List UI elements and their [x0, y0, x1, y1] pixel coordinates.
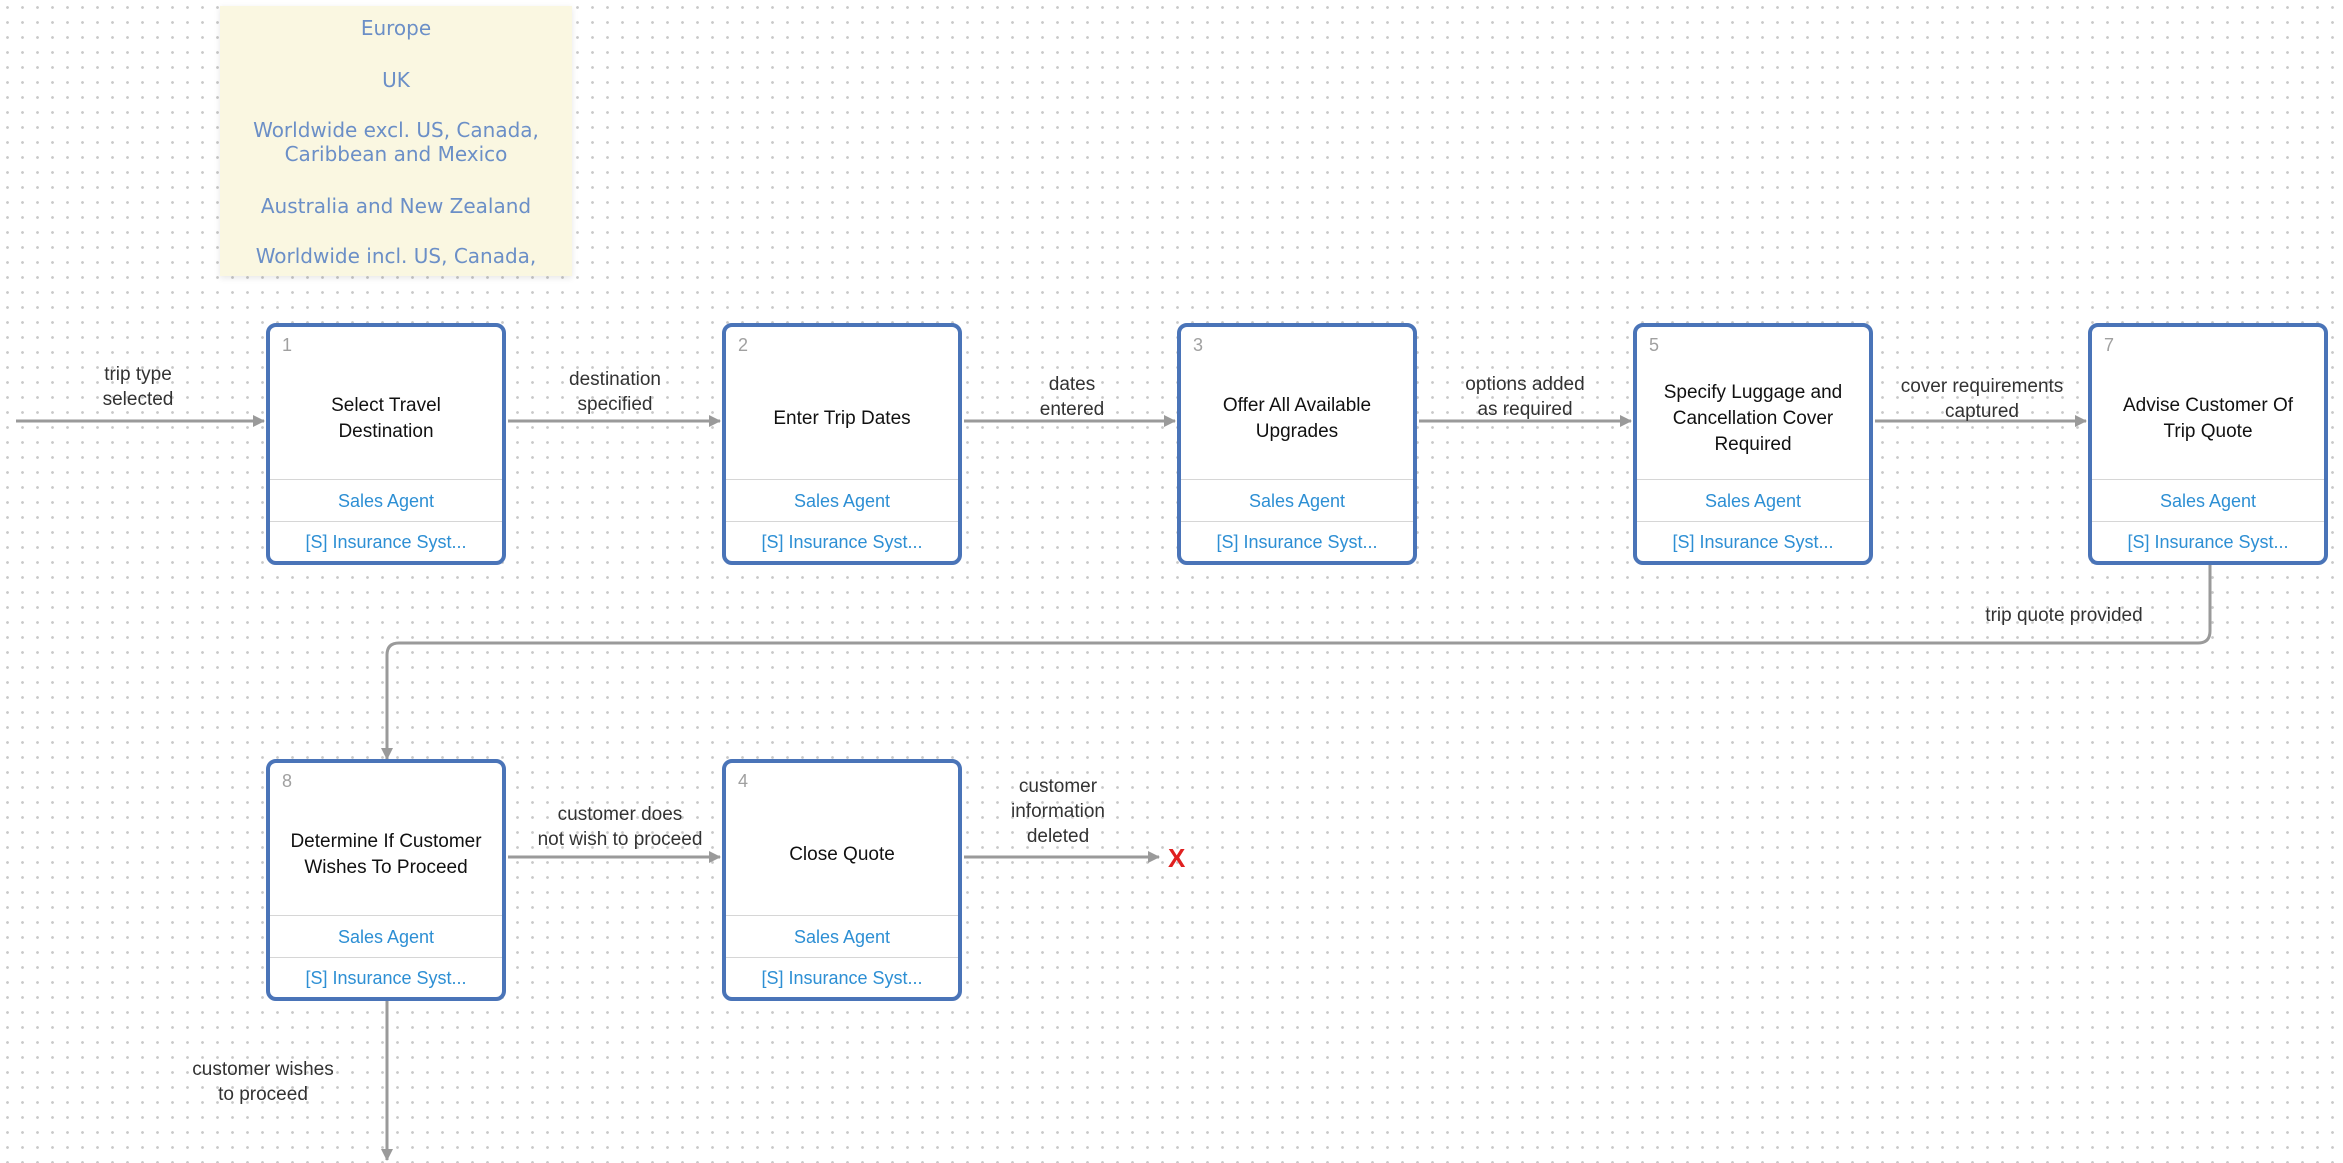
dropdown-option-worldwide-excl-us[interactable]: Worldwide excl. US, Canada, Caribbean an… [220, 118, 572, 166]
edge-label-destination-specified[interactable]: destination specified [569, 367, 661, 417]
activity-number: 8 [282, 771, 293, 791]
activity-title: Determine If Customer Wishes To Proceed [290, 831, 482, 878]
dropdown-option-worldwide-incl-us[interactable]: Worldwide incl. US, Canada, [220, 244, 572, 268]
activity-number: 3 [1193, 335, 1204, 355]
process-map-canvas[interactable]: Europe UK Worldwide excl. US, Canada, Ca… [0, 0, 2343, 1163]
edge-label-trip-type-selected[interactable]: trip type selected [103, 362, 174, 412]
edge-label-information-deleted[interactable]: customer information deleted [1011, 774, 1105, 849]
activity-node-specify-luggage-cover[interactable]: 5 Specify Luggage and Cancellation Cover… [1633, 323, 1873, 565]
activity-number: 7 [2104, 335, 2115, 355]
activity-role[interactable]: Sales Agent [270, 479, 502, 522]
activity-number: 1 [282, 335, 293, 355]
activity-role[interactable]: Sales Agent [726, 915, 958, 958]
activity-node-close-quote[interactable]: 4 Close Quote Sales Agent [S] Insurance … [722, 759, 962, 1001]
activity-system[interactable]: [S] Insurance Syst... [726, 521, 958, 562]
activity-node-determine-if-proceed[interactable]: 8 Determine If Customer Wishes To Procee… [266, 759, 506, 1001]
destination-dropdown[interactable]: Europe UK Worldwide excl. US, Canada, Ca… [220, 6, 572, 276]
activity-role[interactable]: Sales Agent [2092, 479, 2324, 522]
activity-system[interactable]: [S] Insurance Syst... [1181, 521, 1413, 562]
activity-system[interactable]: [S] Insurance Syst... [270, 521, 502, 562]
activity-node-offer-upgrades[interactable]: 3 Offer All Available Upgrades Sales Age… [1177, 323, 1417, 565]
edge-label-cover-captured[interactable]: cover requirements captured [1901, 374, 2064, 424]
activity-number: 2 [738, 335, 749, 355]
activity-node-select-travel-destination[interactable]: 1 Select Travel Destination Sales Agent … [266, 323, 506, 565]
edge-label-wishes-to-proceed[interactable]: customer wishes to proceed [192, 1057, 334, 1107]
activity-title: Advise Customer Of Trip Quote [2123, 395, 2293, 442]
activity-system[interactable]: [S] Insurance Syst... [2092, 521, 2324, 562]
activity-role[interactable]: Sales Agent [1181, 479, 1413, 522]
edge-label-not-wish-to-proceed[interactable]: customer does not wish to proceed [538, 802, 703, 852]
activity-node-advise-trip-quote[interactable]: 7 Advise Customer Of Trip Quote Sales Ag… [2088, 323, 2328, 565]
activity-role[interactable]: Sales Agent [1637, 479, 1869, 522]
end-point-x-icon[interactable]: X [1168, 845, 1185, 871]
dropdown-option-europe[interactable]: Europe [220, 16, 572, 40]
edge-label-trip-quote-provided[interactable]: trip quote provided [1985, 603, 2142, 628]
activity-title: Close Quote [789, 844, 895, 865]
activity-system[interactable]: [S] Insurance Syst... [270, 957, 502, 998]
activity-node-enter-trip-dates[interactable]: 2 Enter Trip Dates Sales Agent [S] Insur… [722, 323, 962, 565]
activity-title: Select Travel Destination [331, 395, 441, 442]
activity-title: Offer All Available Upgrades [1222, 395, 1372, 442]
edge-label-options-added[interactable]: options added as required [1465, 372, 1584, 422]
connector-trip-quote-provided[interactable] [381, 565, 2212, 760]
activity-number: 4 [738, 771, 749, 791]
activity-number: 5 [1649, 335, 1660, 355]
activity-title: Specify Luggage and Cancellation Cover R… [1663, 382, 1843, 455]
activity-role[interactable]: Sales Agent [726, 479, 958, 522]
activity-system[interactable]: [S] Insurance Syst... [1637, 521, 1869, 562]
dropdown-option-uk[interactable]: UK [220, 68, 572, 92]
activity-system[interactable]: [S] Insurance Syst... [726, 957, 958, 998]
edge-label-dates-entered[interactable]: dates entered [1040, 372, 1104, 422]
activity-title: Enter Trip Dates [773, 408, 911, 429]
activity-role[interactable]: Sales Agent [270, 915, 502, 958]
dropdown-option-australia-nz[interactable]: Australia and New Zealand [220, 194, 572, 218]
